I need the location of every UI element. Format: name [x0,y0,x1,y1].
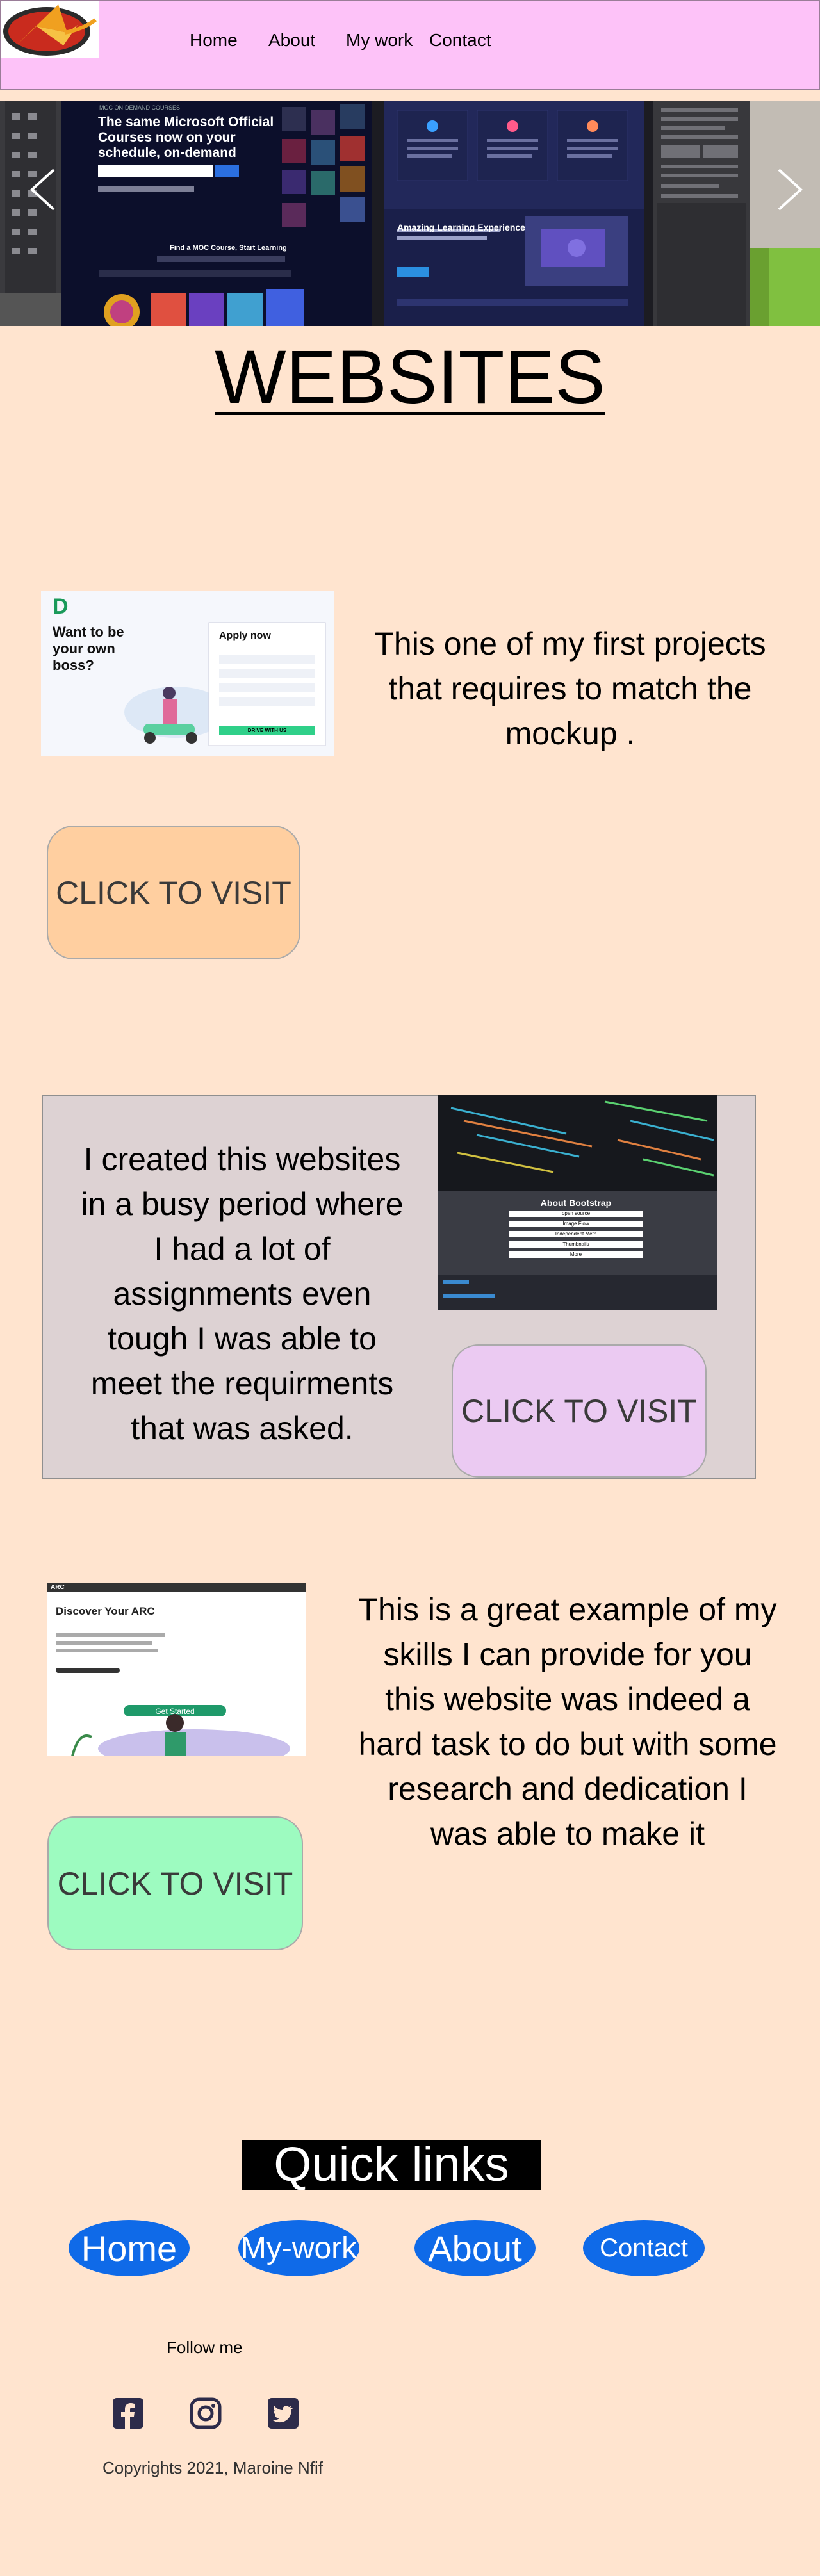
nav-home[interactable]: Home [190,30,238,51]
project-3-thumb-brand: ARC [51,1584,65,1591]
project-2-description: I created this websites in a busy period… [81,1141,404,1446]
quick-links-title: Quick links [242,2140,541,2190]
slide2-heading: Amazing Learning Experience [397,222,525,232]
project-1-thumb-headline: Want to be your own boss? [53,624,124,673]
project-2-thumb-row-1: open source [561,1211,591,1216]
project-1-thumbnail[interactable]: D Want to be your own boss? Apply now DR… [41,591,334,756]
quick-link-about[interactable]: About [414,2220,536,2276]
carousel-slide-2: Amazing Learning Experience [384,101,644,326]
carousel-slide-3 [653,101,750,326]
carousel-next-button[interactable] [776,167,805,219]
nav-my-work[interactable]: My work [346,30,413,51]
project-2-thumbnail[interactable]: About Bootstrap open source Image Flow I… [438,1095,718,1310]
facebook-link[interactable] [111,2397,145,2430]
chevron-right-icon [778,168,803,211]
nav-about[interactable]: About [268,30,315,51]
project-3-visit-button[interactable]: CLICK TO VISIT [47,1816,303,1950]
copyright: Copyrights 2021, Maroine Nfif [102,2458,323,2477]
project-2-visit-button[interactable]: CLICK TO VISIT [452,1344,707,1478]
project-3-thumb-headline: Discover Your ARC [56,1605,155,1617]
project-1-thumb-form-button: DRIVE WITH US [247,728,287,733]
project-2-thumb-heading: About Bootstrap [540,1198,612,1208]
project-1-visit-button[interactable]: CLICK TO VISIT [47,826,300,959]
slide1-tiles [99,104,365,326]
slide2-features [384,101,644,306]
project-3-thumbnail[interactable]: ARC Discover Your ARC Get Started [47,1583,306,1756]
project-1-description: This one of my first projects that requi… [374,626,766,751]
chevron-left-icon [30,168,55,211]
carousel-prev-button[interactable] [28,167,56,219]
follow-label: Follow me [167,2338,243,2357]
project-3-description: This is a great example of my skills I c… [358,1592,777,1852]
quick-link-contact[interactable]: Contact [583,2220,705,2276]
project-3-thumb-cta: Get Started [155,1707,195,1716]
facebook-icon [113,2398,144,2429]
twitter-icon [268,2398,299,2429]
project-2-thumb-row-5: More [570,1251,582,1257]
project-2-thumb-row-4: Thumbnails [562,1241,589,1247]
hero-carousel[interactable]: MOC ON-DEMAND COURSES The same Microsoft… [0,101,820,326]
carousel-slide-1: MOC ON-DEMAND COURSES The same Microsoft… [61,101,372,326]
project-2-thumb-row-3: Independent Meth [555,1231,597,1237]
nav-contact[interactable]: Contact [429,30,491,51]
instagram-icon [190,2397,222,2429]
twitter-link[interactable] [266,2397,300,2430]
page-title: WEBSITES [215,335,605,420]
quick-link-my-work[interactable]: My-work [238,2220,359,2276]
svg-text:D: D [53,594,69,619]
instagram-link[interactable] [189,2397,222,2430]
project-1-thumb-form-title: Apply now [219,630,271,641]
logo[interactable] [1,1,99,58]
project-2-thumb-row-2: Image Flow [562,1221,589,1227]
site-header: Home About My work Contact [0,0,820,90]
quick-link-home[interactable]: Home [69,2220,190,2276]
